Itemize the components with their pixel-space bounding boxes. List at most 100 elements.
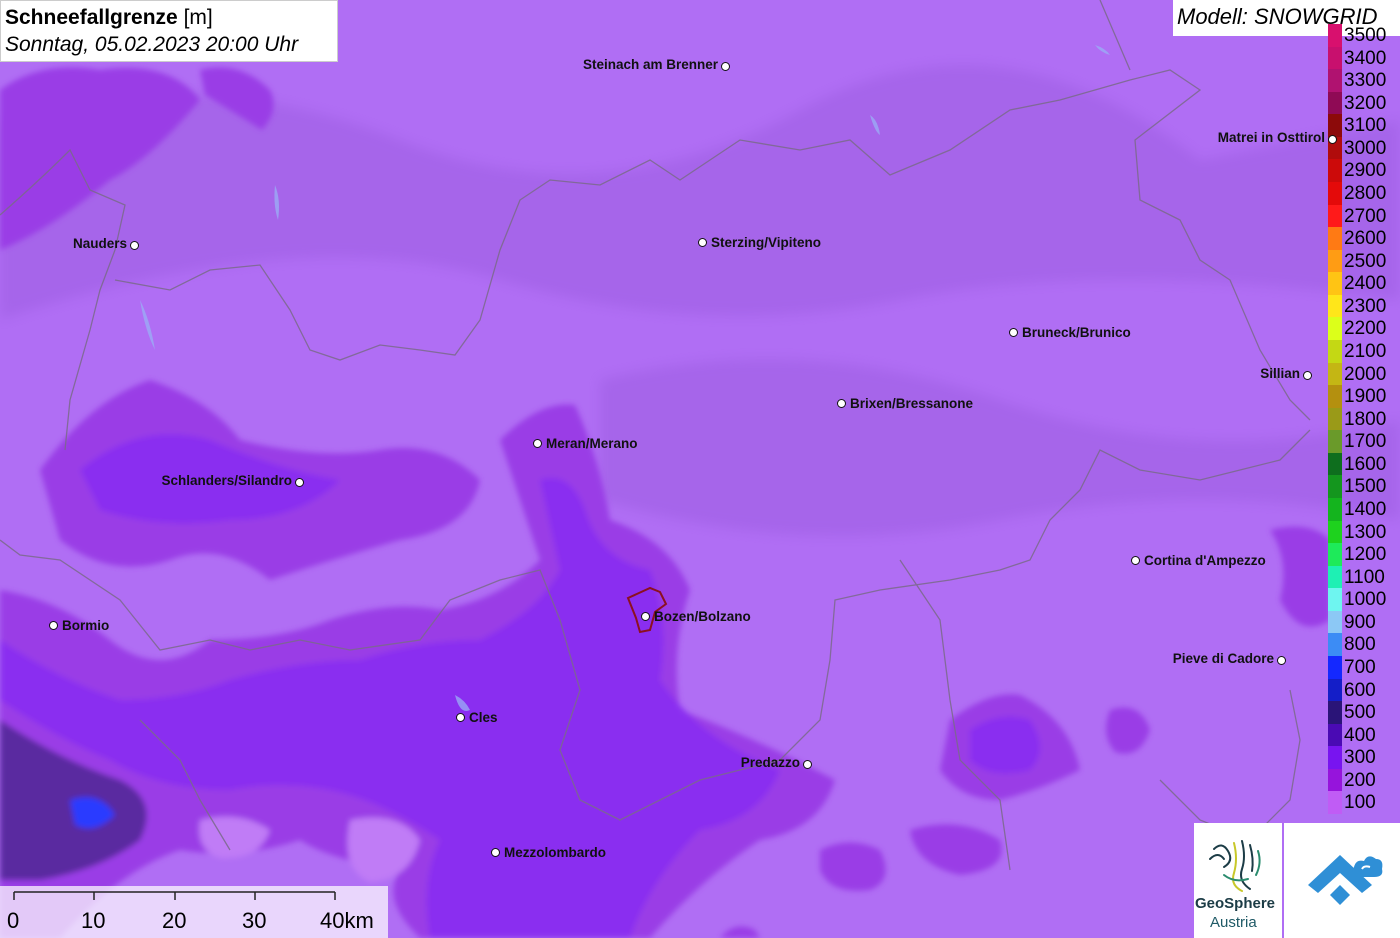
legend-swatch xyxy=(1328,633,1342,657)
city-marker[interactable] xyxy=(1131,556,1140,565)
legend-label: 200 xyxy=(1344,769,1376,791)
legend-item: 900 xyxy=(1328,610,1400,634)
city-label[interactable]: Pieve di Cadore xyxy=(1173,651,1274,667)
city-label[interactable]: Schlanders/Silandro xyxy=(161,473,292,489)
city-label[interactable]: Steinach am Brenner xyxy=(583,57,718,73)
legend-label: 1800 xyxy=(1344,408,1387,430)
legend-label: 2600 xyxy=(1344,228,1387,250)
legend-item: 600 xyxy=(1328,678,1400,702)
legend-label: 3000 xyxy=(1344,137,1387,159)
map-datetime: Sonntag, 05.02.2023 20:00 Uhr xyxy=(5,33,299,56)
geosphere-logo[interactable]: GeoSphere Austria xyxy=(1194,823,1282,938)
legend-label: 3100 xyxy=(1344,115,1387,137)
legend-swatch xyxy=(1328,746,1342,770)
legend-label: 900 xyxy=(1344,611,1376,633)
legend-swatch xyxy=(1328,678,1342,702)
legend-label: 1700 xyxy=(1344,431,1387,453)
city-label[interactable]: Mezzolombardo xyxy=(504,845,606,861)
legend-item: 2900 xyxy=(1328,159,1400,183)
legend-swatch xyxy=(1328,475,1342,499)
legend-swatch xyxy=(1328,91,1342,115)
legend-swatch xyxy=(1328,204,1342,228)
city-label[interactable]: Bormio xyxy=(62,618,109,634)
legend-item: 1700 xyxy=(1328,430,1400,454)
city-label[interactable]: Bozen/Bolzano xyxy=(654,609,751,625)
city-marker[interactable] xyxy=(803,760,812,769)
legend-swatch xyxy=(1328,159,1342,183)
legend-swatch xyxy=(1328,114,1342,138)
city-marker[interactable] xyxy=(1303,371,1312,380)
city-label[interactable]: Nauders xyxy=(73,236,127,252)
legend-swatch xyxy=(1328,768,1342,792)
legend-item: 2300 xyxy=(1328,294,1400,318)
legend-item: 1000 xyxy=(1328,588,1400,612)
city-marker[interactable] xyxy=(641,612,650,621)
city-marker[interactable] xyxy=(295,478,304,487)
legend-label: 600 xyxy=(1344,679,1376,701)
city-label[interactable]: Sterzing/Vipiteno xyxy=(711,235,821,251)
legend-swatch xyxy=(1328,249,1342,273)
legend-swatch xyxy=(1328,701,1342,725)
legend-item: 100 xyxy=(1328,791,1400,815)
city-marker[interactable] xyxy=(1328,135,1337,144)
city-label[interactable]: Cles xyxy=(469,710,498,726)
city-marker[interactable] xyxy=(49,621,58,630)
legend-swatch xyxy=(1328,272,1342,296)
legend-swatch xyxy=(1328,339,1342,363)
legend-swatch xyxy=(1328,520,1342,544)
scale-tick-label: 40km xyxy=(320,908,374,933)
geosphere-line1: GeoSphere xyxy=(1195,895,1276,912)
legend-label: 1900 xyxy=(1344,386,1387,408)
legend-label: 2900 xyxy=(1344,160,1387,182)
scale-bar: 0 10 20 30 40km xyxy=(0,886,388,938)
legend-item: 1800 xyxy=(1328,407,1400,431)
legend-label: 1500 xyxy=(1344,476,1387,498)
legend-item: 2400 xyxy=(1328,272,1400,296)
legend-item: 1500 xyxy=(1328,475,1400,499)
legend-item: 2000 xyxy=(1328,362,1400,386)
legend-swatch xyxy=(1328,294,1342,318)
map-canvas[interactable] xyxy=(0,0,1400,938)
legend-label: 2300 xyxy=(1344,295,1387,317)
legend-item: 3200 xyxy=(1328,91,1400,115)
city-marker[interactable] xyxy=(130,241,139,250)
legend-item: 2600 xyxy=(1328,227,1400,251)
legend-swatch xyxy=(1328,181,1342,205)
city-marker[interactable] xyxy=(491,848,500,857)
legend-item: 1100 xyxy=(1328,565,1400,589)
legend-swatch xyxy=(1328,452,1342,476)
city-marker[interactable] xyxy=(456,713,465,722)
legend-swatch xyxy=(1328,723,1342,747)
legend-swatch xyxy=(1328,362,1342,386)
city-label[interactable]: Meran/Merano xyxy=(546,436,638,452)
house-cloud-icon xyxy=(1308,855,1383,905)
legend-label: 2500 xyxy=(1344,250,1387,272)
city-label[interactable]: Brixen/Bressanone xyxy=(850,396,973,412)
city-marker[interactable] xyxy=(533,439,542,448)
legend-label: 3200 xyxy=(1344,92,1387,114)
partner-logo[interactable] xyxy=(1284,823,1400,938)
legend-swatch xyxy=(1328,588,1342,612)
legend-item: 1600 xyxy=(1328,452,1400,476)
city-label[interactable]: Sillian xyxy=(1260,366,1300,382)
city-label[interactable]: Predazzo xyxy=(741,755,800,771)
legend-item: 3400 xyxy=(1328,46,1400,70)
city-marker[interactable] xyxy=(1277,656,1286,665)
map-title: Schneefallgrenze [m] xyxy=(5,6,213,29)
legend-swatch xyxy=(1328,46,1342,70)
legend-label: 3300 xyxy=(1344,70,1387,92)
legend-item: 3500 xyxy=(1328,24,1400,47)
title-panel: Schneefallgrenze [m] Sonntag, 05.02.2023… xyxy=(0,0,338,62)
scale-tick-label: 0 xyxy=(7,908,20,933)
city-label[interactable]: Bruneck/Brunico xyxy=(1022,325,1131,341)
legend-label: 2200 xyxy=(1344,318,1387,340)
city-marker[interactable] xyxy=(1009,328,1018,337)
legend-swatch xyxy=(1328,791,1342,815)
legend-label: 1600 xyxy=(1344,453,1387,475)
city-label[interactable]: Cortina d'Ampezzo xyxy=(1144,553,1266,569)
city-marker[interactable] xyxy=(721,62,730,71)
city-marker[interactable] xyxy=(698,238,707,247)
city-marker[interactable] xyxy=(837,399,846,408)
legend-item: 1300 xyxy=(1328,520,1400,544)
city-label[interactable]: Matrei in Osttirol xyxy=(1218,130,1325,146)
